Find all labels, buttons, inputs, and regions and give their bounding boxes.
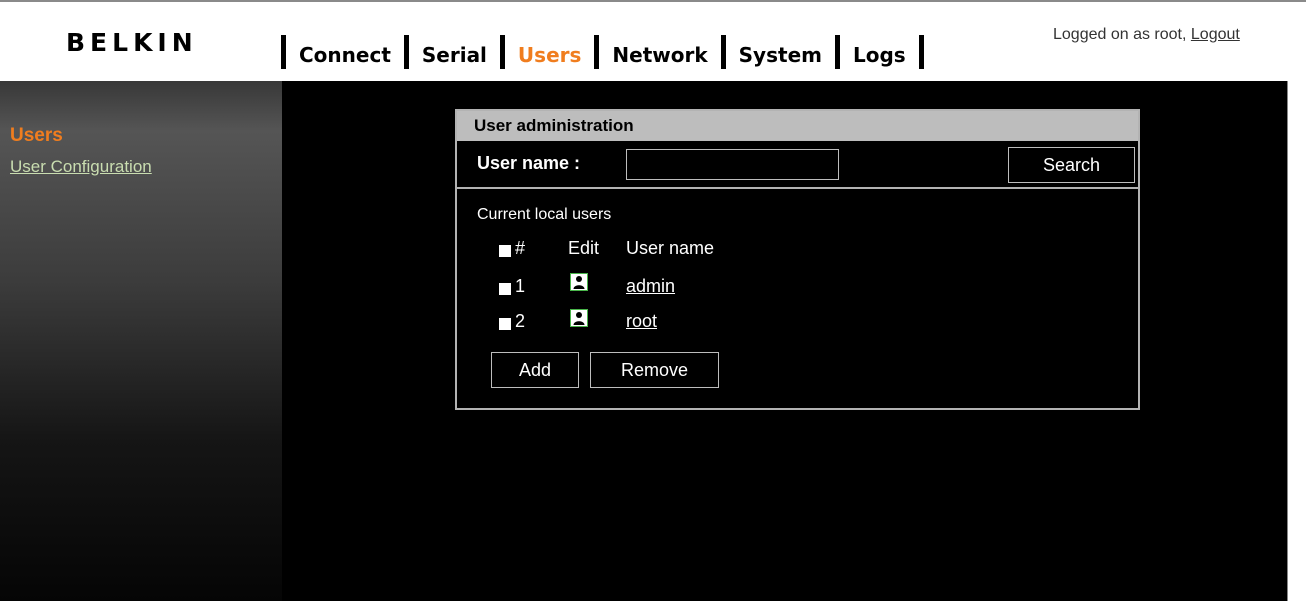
nav-separator — [720, 35, 726, 69]
nav-item-system[interactable]: System — [739, 43, 822, 67]
right-edge-background — [1287, 81, 1306, 601]
row-number: 2 — [515, 311, 526, 331]
nav-separator — [499, 35, 505, 69]
nav-item-users[interactable]: Users — [518, 43, 581, 67]
column-header-edit: Edit — [568, 238, 600, 258]
nav-separator — [918, 35, 924, 69]
search-row: User name : Search — [457, 141, 1138, 186]
row-checkbox-root[interactable] — [499, 318, 511, 330]
sidebar: Users User Configuration — [0, 81, 282, 601]
sidebar-item-user-configuration[interactable]: User Configuration — [10, 157, 152, 177]
panel-header: User administration — [457, 111, 1138, 141]
page: BELKIN Connect Serial Users Network Syst… — [0, 0, 1306, 601]
add-user-button[interactable]: Add — [491, 352, 579, 388]
panel-divider — [457, 187, 1138, 189]
logged-on-text: Logged on as root, — [1053, 26, 1187, 43]
remove-user-button[interactable]: Remove — [590, 352, 719, 388]
belkin-logo: BELKIN — [66, 28, 198, 57]
username-link-admin[interactable]: admin — [626, 276, 675, 297]
nav-item-connect[interactable]: Connect — [299, 43, 391, 67]
session-info: Logged on as root, Logout — [1053, 26, 1240, 44]
username-search-label: User name : — [477, 153, 581, 173]
username-search-input[interactable] — [626, 149, 839, 180]
panel-title: User administration — [474, 116, 634, 135]
nav-separator — [834, 35, 840, 69]
user-icon[interactable] — [570, 309, 588, 327]
nav-separator — [594, 35, 600, 69]
nav-item-network[interactable]: Network — [612, 43, 707, 67]
row-number: 1 — [515, 276, 526, 296]
nav-separator — [403, 35, 409, 69]
right-edge-border — [1287, 81, 1288, 601]
row-checkbox-admin[interactable] — [499, 283, 511, 295]
nav-separator — [281, 35, 286, 69]
username-link-root[interactable]: root — [626, 311, 657, 332]
select-all-checkbox[interactable] — [499, 245, 511, 257]
logout-link[interactable]: Logout — [1191, 26, 1240, 43]
nav-item-logs[interactable]: Logs — [853, 43, 906, 67]
main-nav: Connect Serial Users Network System Logs — [281, 35, 924, 72]
user-icon[interactable] — [570, 273, 588, 291]
column-header-number: # — [515, 238, 526, 258]
search-button[interactable]: Search — [1008, 147, 1135, 183]
user-admin-panel: User administration User name : Search C… — [455, 109, 1140, 410]
column-header-username: User name — [626, 238, 715, 258]
sidebar-title: Users — [10, 125, 63, 146]
nav-item-serial[interactable]: Serial — [422, 43, 487, 67]
header-top-border — [0, 0, 1306, 2]
current-users-heading: Current local users — [477, 206, 612, 223]
header: BELKIN Connect Serial Users Network Syst… — [0, 0, 1306, 81]
